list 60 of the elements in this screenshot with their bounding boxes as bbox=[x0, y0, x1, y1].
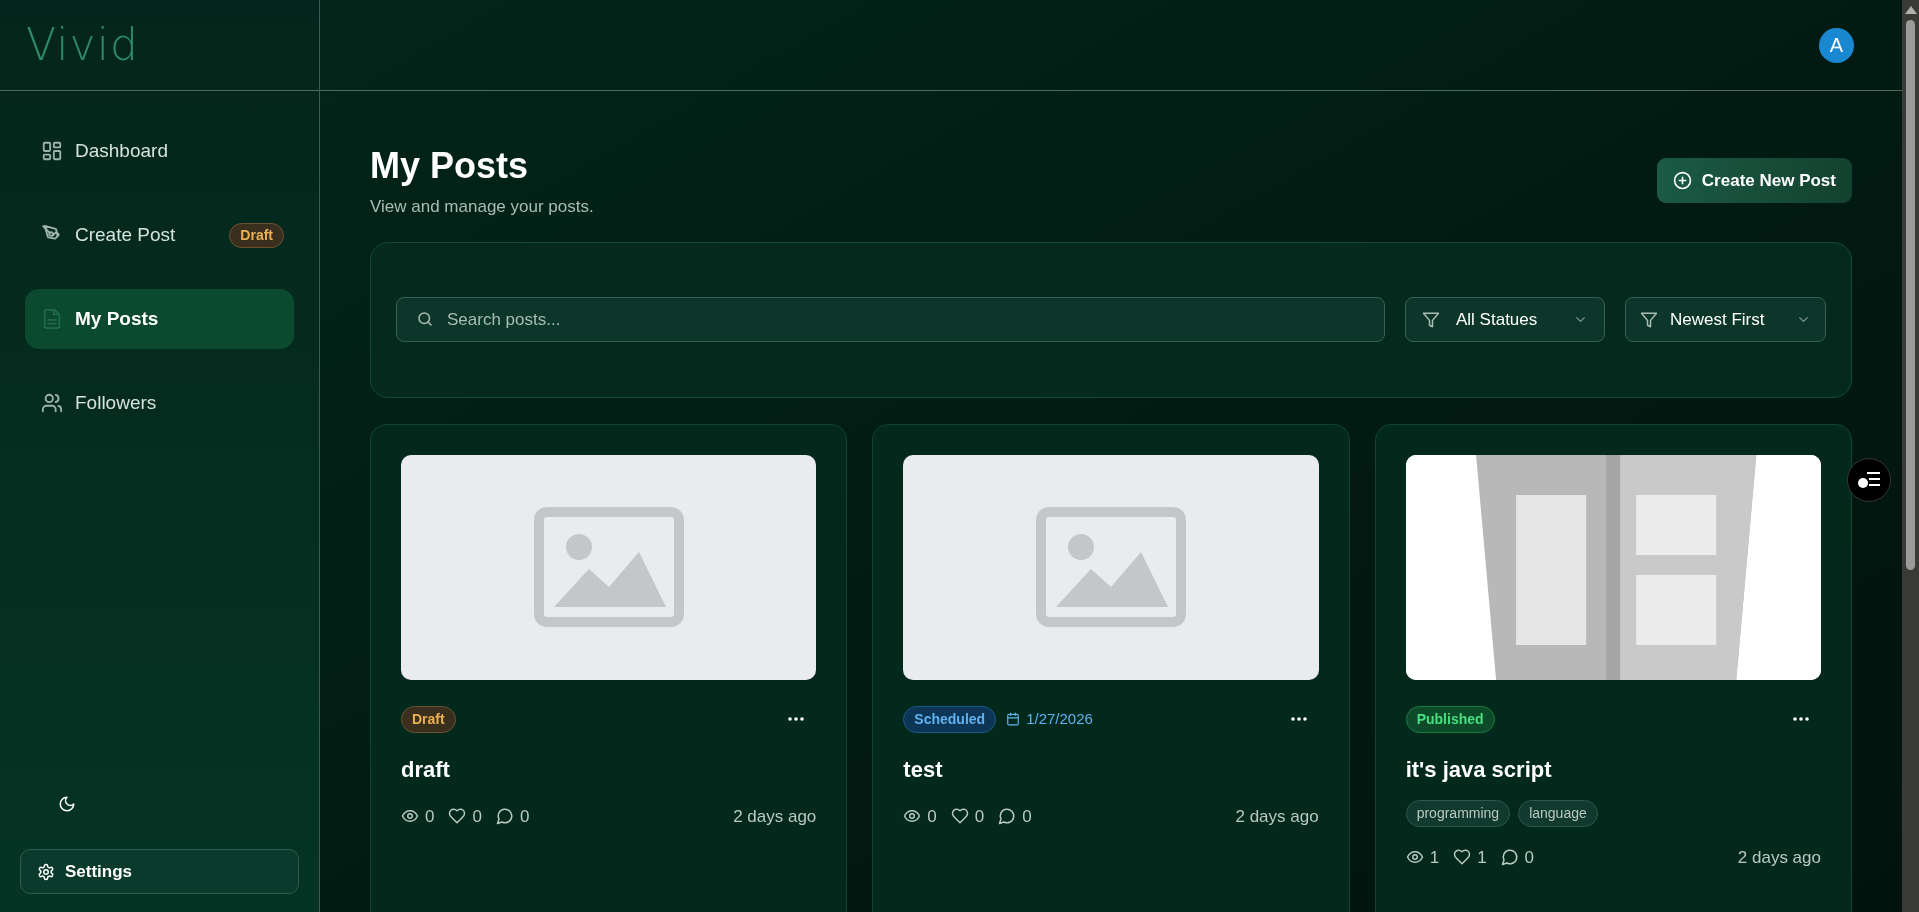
like-count: 1 bbox=[1477, 846, 1487, 869]
plus-circle-icon bbox=[1672, 171, 1692, 190]
view-count: 0 bbox=[425, 805, 435, 828]
heart-icon bbox=[1453, 848, 1472, 867]
comment-icon bbox=[998, 807, 1017, 826]
more-icon bbox=[788, 717, 805, 721]
sidebar-item[interactable]: Create Post Draft bbox=[25, 205, 294, 265]
post-title: it's java script bbox=[1405, 755, 1553, 784]
scheduled-date: 1/27/2026 bbox=[1026, 708, 1093, 729]
comment-count: 0 bbox=[1022, 805, 1032, 828]
search-field[interactable]: Search posts... bbox=[396, 297, 1385, 342]
page-title: My Posts bbox=[370, 144, 530, 188]
create-post-button[interactable]: Create New Post bbox=[1656, 158, 1852, 203]
sort-dropdown[interactable]: Newest First bbox=[1625, 297, 1826, 342]
image-icon bbox=[533, 507, 684, 627]
search-icon bbox=[416, 310, 434, 328]
comment-icon bbox=[495, 807, 514, 826]
page-subtitle: View and manage your posts. bbox=[370, 196, 594, 218]
tag: programming bbox=[1405, 799, 1511, 827]
status-dropdown[interactable]: All Statues bbox=[1405, 297, 1605, 342]
scrollbar-thumb[interactable] bbox=[1906, 20, 1915, 570]
user-avatar[interactable]: A bbox=[1819, 27, 1854, 63]
comment-count: 0 bbox=[1524, 846, 1535, 869]
users-icon bbox=[41, 392, 63, 414]
post-time: 2 days ago bbox=[1737, 846, 1821, 869]
grid-icon bbox=[41, 140, 63, 162]
status-badge: Draft bbox=[401, 705, 456, 733]
settings-icon bbox=[37, 862, 55, 881]
sidebar-item[interactable]: Dashboard bbox=[25, 121, 294, 181]
draft-badge: Draft bbox=[229, 222, 284, 248]
scroll-up-icon[interactable] bbox=[1904, 6, 1917, 14]
moon-icon[interactable] bbox=[58, 795, 76, 813]
view-count: 1 bbox=[1429, 846, 1440, 869]
status-badge: Scheduled bbox=[903, 705, 997, 733]
post-time: 2 days ago bbox=[733, 805, 817, 828]
sidebar-item[interactable]: Followers bbox=[25, 373, 294, 433]
calendar-icon bbox=[1006, 712, 1021, 726]
post-title: test bbox=[903, 755, 944, 784]
post-title: draft bbox=[401, 755, 451, 784]
filter-icon bbox=[1422, 310, 1440, 329]
document-icon bbox=[41, 308, 63, 330]
heart-icon bbox=[950, 807, 969, 826]
tag: language bbox=[1518, 799, 1598, 827]
settings-button[interactable]: Settings bbox=[20, 849, 299, 894]
scrollbar[interactable] bbox=[1902, 0, 1919, 912]
heart-icon bbox=[448, 807, 467, 826]
filter-icon bbox=[1640, 310, 1658, 329]
sidebar-item[interactable]: My Posts bbox=[25, 289, 294, 349]
status-badge: Published bbox=[1405, 705, 1495, 733]
more-icon bbox=[1290, 717, 1307, 721]
list-settings-icon bbox=[1857, 470, 1881, 490]
image-icon bbox=[1036, 507, 1186, 627]
comment-count: 0 bbox=[519, 805, 530, 828]
like-count: 0 bbox=[974, 805, 985, 828]
like-count: 0 bbox=[472, 805, 482, 828]
more-icon bbox=[1793, 717, 1809, 721]
view-count: 0 bbox=[927, 805, 937, 828]
logo: Vivid bbox=[26, 23, 140, 67]
comment-icon bbox=[1500, 848, 1519, 867]
post-time: 2 days ago bbox=[1235, 805, 1319, 828]
